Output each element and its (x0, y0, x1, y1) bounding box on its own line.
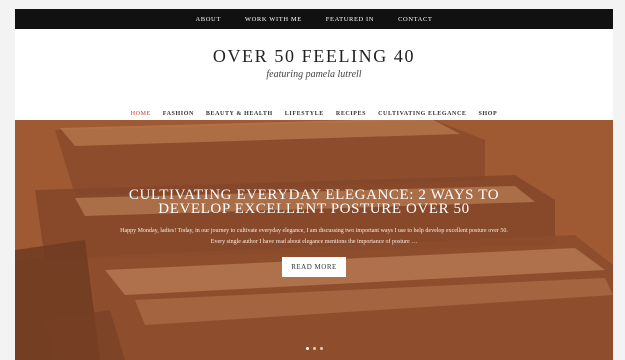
nav-item-recipes[interactable]: RECIPES (330, 111, 372, 117)
topbar-link-featured-in[interactable]: FEATURED IN (314, 16, 386, 23)
top-bar: ABOUT WORK WITH ME FEATURED IN CONTACT (15, 9, 613, 29)
slider-dots (15, 347, 613, 350)
slider-dot-2[interactable] (312, 347, 316, 350)
nav-item-beauty-health[interactable]: BEAUTY & HEALTH (200, 111, 279, 117)
nav-item-cultivating-elegance[interactable]: CULTIVATING ELEGANCE (372, 111, 472, 117)
read-more-button[interactable]: READ MORE (282, 257, 346, 277)
topbar-link-contact[interactable]: CONTACT (386, 16, 444, 23)
topbar-link-work-with-me[interactable]: WORK WITH ME (233, 16, 314, 23)
nav-item-home[interactable]: HOME (125, 111, 157, 117)
site-header: OVER 50 FEELING 40 featuring pamela lutr… (15, 29, 613, 103)
hero-post-excerpt: Happy Monday, ladies! Today, in our jour… (120, 228, 508, 245)
hero-slider[interactable]: CULTIVATING EVERYDAY ELEGANCE: 2 WAYS TO… (15, 120, 613, 360)
hero-post-title[interactable]: CULTIVATING EVERYDAY ELEGANCE: 2 WAYS TO… (114, 188, 514, 217)
nav-item-fashion[interactable]: FASHION (157, 111, 200, 117)
site-title[interactable]: OVER 50 FEELING 40 (15, 46, 613, 67)
slider-dot-3[interactable] (319, 347, 323, 350)
nav-item-shop[interactable]: SHOP (473, 111, 504, 117)
topbar-link-about[interactable]: ABOUT (184, 16, 233, 23)
site-tagline: featuring pamela lutrell (266, 69, 362, 80)
nav-item-lifestyle[interactable]: LIFESTYLE (279, 111, 330, 117)
page-frame: ABOUT WORK WITH ME FEATURED IN CONTACT O… (15, 9, 613, 360)
slider-dot-1[interactable] (305, 347, 309, 350)
hero-content: CULTIVATING EVERYDAY ELEGANCE: 2 WAYS TO… (15, 188, 613, 277)
